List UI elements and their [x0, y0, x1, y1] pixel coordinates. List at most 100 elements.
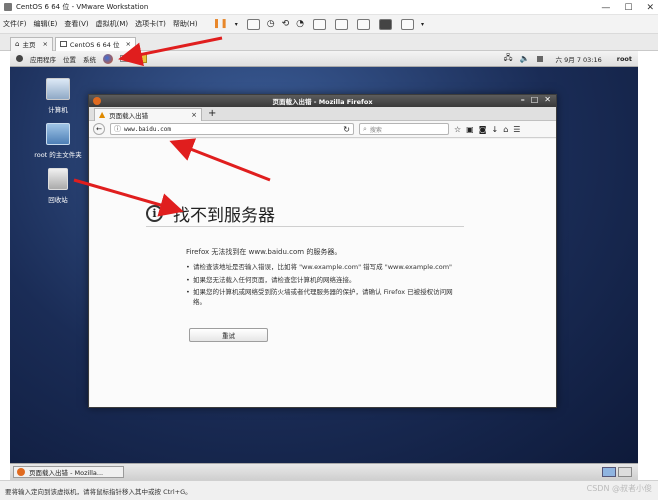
firefox-window: 页面载入出错 - Mozilla Firefox – □ ✕ ▲ 页面载入出错 … [88, 94, 557, 408]
back-icon[interactable]: ← [93, 123, 105, 135]
menu-tabs[interactable]: 选项卡(T) [135, 19, 166, 29]
snapshot-manager-icon[interactable]: ◔ [296, 19, 304, 29]
console-icon[interactable] [379, 18, 393, 30]
menu-help[interactable]: 帮助(H) [173, 19, 198, 29]
power-icon[interactable] [536, 55, 543, 62]
hamburger-menu-icon[interactable]: ☰ [513, 125, 520, 134]
send-keys-icon[interactable] [246, 18, 260, 30]
tab-home[interactable]: ⌂ 主页 × [10, 36, 53, 51]
fullscreen-dropdown-icon[interactable]: ▾ [421, 21, 424, 28]
search-placeholder: 搜索 [369, 126, 382, 134]
url-text: www.baidu.com [124, 125, 171, 133]
desktop-icon-computer[interactable]: 计算机 [27, 78, 89, 114]
workspace-switcher-2[interactable] [618, 467, 632, 477]
dropdown-icon[interactable]: ▾ [235, 21, 238, 28]
tab-close-icon[interactable]: × [191, 111, 197, 119]
bookmark-star-icon[interactable]: ☆ [454, 125, 461, 134]
firefox-title-bar: 页面载入出错 - Mozilla Firefox – □ ✕ [89, 95, 556, 107]
tab-home-label: 主页 [22, 41, 36, 49]
close-tab-icon[interactable]: × [125, 40, 130, 48]
new-tab-icon[interactable]: + [208, 108, 216, 119]
fullscreen-icon[interactable] [401, 18, 415, 30]
vmware-menubar: 文件(F) 编辑(E) 查看(V) 虚拟机(M) 选项卡(T) 帮助(H) ❚❚… [0, 15, 658, 34]
pause-icon[interactable]: ❚❚ [213, 19, 228, 29]
desktop-icon-label: 回收站 [48, 196, 68, 204]
system-menu[interactable]: 系统 [83, 54, 96, 64]
suggestion-item: 如果您无法载入任何页面，请检查您计算机的网络连接。 [186, 276, 461, 286]
volume-icon[interactable]: 🔈 [520, 54, 530, 63]
network-icon[interactable]: 🖧 [504, 52, 513, 66]
suggestion-item: 如果您的计算机或网络受到防火墙或者代理服务器的保护，请确认 Firefox 已被… [186, 288, 461, 307]
search-bar[interactable]: ⌕ 搜索 [359, 123, 449, 135]
window-controls: — ☐ ✕ [601, 0, 654, 15]
reload-icon[interactable]: ↻ [343, 125, 350, 134]
snapshot-icon[interactable]: ◷ [267, 19, 275, 29]
suggestion-item: 请检查该地址是否输入错误，比如将 "ww.example.com" 错写成 "w… [186, 263, 461, 273]
vm-tab-row: ⌂ 主页 × CentOS 6 64 位 × [0, 34, 658, 51]
close-tab-icon[interactable]: × [42, 40, 47, 48]
error-heading: i 找不到服务器 [146, 201, 464, 227]
status-text: 要将输入定向到该虚拟机，请将鼠标指针移入其中或按 Ctrl+G。 [5, 487, 192, 496]
vmware-logo-icon [4, 3, 12, 11]
view-icon-2[interactable] [335, 18, 349, 30]
tab-centos[interactable]: CentOS 6 64 位 × [54, 36, 136, 51]
menu-vm[interactable]: 虚拟机(M) [96, 19, 129, 29]
applications-menu[interactable]: 应用程序 [30, 54, 56, 64]
gnome-foot-icon [16, 55, 23, 62]
vmware-title-bar: CentOS 6 64 位 - VMware Workstation — ☐ ✕ [0, 0, 658, 15]
ff-close-icon[interactable]: ✕ [544, 95, 551, 104]
reading-list-icon[interactable]: ▣ [466, 125, 474, 134]
panel-user[interactable]: root [617, 55, 632, 63]
download-icon[interactable]: ↓ [492, 125, 499, 134]
mail-launcher-icon[interactable] [120, 55, 130, 62]
taskbar-item-label: 页面载入出错 - Mozilla... [29, 469, 104, 477]
window-title: CentOS 6 64 位 - VMware Workstation [16, 3, 149, 11]
taskbar-firefox-item[interactable]: 页面载入出错 - Mozilla... [13, 466, 124, 478]
ff-minimize-icon[interactable]: – [521, 95, 525, 104]
home-button-icon[interactable]: ⌂ [503, 125, 508, 134]
tab-centos-label: CentOS 6 64 位 [69, 41, 120, 49]
gnome-panel: 应用程序 位置 系统 🖧 🔈 六 9月 7 03:16 root [10, 51, 638, 67]
notes-launcher-icon[interactable] [137, 54, 147, 63]
retry-button[interactable]: 重试 [189, 328, 268, 342]
firefox-tab-label: 页面载入出错 [109, 111, 149, 120]
close-icon[interactable]: ✕ [646, 3, 654, 13]
error-page: i 找不到服务器 Firefox 无法找到在 www.baidu.com 的服务… [90, 139, 556, 407]
desktop-icon-label: 计算机 [48, 106, 68, 114]
menu-view[interactable]: 查看(V) [64, 19, 88, 29]
desktop-icon-trash[interactable]: 回收站 [27, 168, 89, 204]
menu-file[interactable]: 文件(F) [3, 19, 27, 29]
info-circle-icon: i [146, 205, 163, 222]
url-bar[interactable]: ⓘ www.baidu.com ↻ [110, 123, 354, 135]
error-description: Firefox 无法找到在 www.baidu.com 的服务器。 [186, 248, 342, 256]
computer-icon [46, 78, 70, 100]
info-icon[interactable]: ⓘ [114, 124, 121, 134]
home-icon: ⌂ [15, 40, 20, 48]
firefox-launcher-icon[interactable] [103, 53, 113, 64]
firefox-window-title: 页面载入出错 - Mozilla Firefox [272, 98, 373, 106]
maximize-icon[interactable]: ☐ [624, 3, 632, 13]
pocket-icon[interactable]: ◙ [479, 125, 487, 134]
firefox-navbar: ← ⓘ www.baidu.com ↻ ⌕ 搜索 ☆ ▣ ◙ ↓ ⌂ ☰ [89, 121, 556, 138]
panel-clock[interactable]: 六 9月 7 03:16 [556, 54, 602, 64]
trash-icon [48, 168, 68, 190]
revert-snapshot-icon[interactable]: ⟲ [282, 19, 290, 29]
places-menu[interactable]: 位置 [63, 54, 76, 64]
firefox-tab-strip: ▲ 页面载入出错 × + [89, 107, 556, 121]
workspace-switcher-1[interactable] [602, 467, 616, 477]
view-icon-1[interactable] [313, 18, 327, 30]
home-folder-icon [46, 123, 70, 145]
firefox-tab[interactable]: ▲ 页面载入出错 × [94, 107, 202, 121]
desktop-icon-label: root 的主文件夹 [34, 151, 82, 159]
menu-edit[interactable]: 编辑(E) [34, 19, 58, 29]
warning-icon: ▲ [99, 110, 106, 119]
gnome-taskbar: 页面载入出错 - Mozilla... [10, 463, 638, 480]
watermark: CSDN @叔者小俊 [586, 484, 652, 493]
view-icon-3[interactable] [357, 18, 371, 30]
taskbar-firefox-icon [17, 468, 25, 476]
ff-maximize-icon[interactable]: □ [531, 95, 539, 104]
error-suggestions: 请检查该地址是否输入错误，比如将 "ww.example.com" 错写成 "w… [186, 263, 461, 310]
desktop-icon-home[interactable]: root 的主文件夹 [27, 123, 89, 159]
minimize-icon[interactable]: — [601, 3, 610, 13]
error-title: 找不到服务器 [173, 206, 275, 226]
